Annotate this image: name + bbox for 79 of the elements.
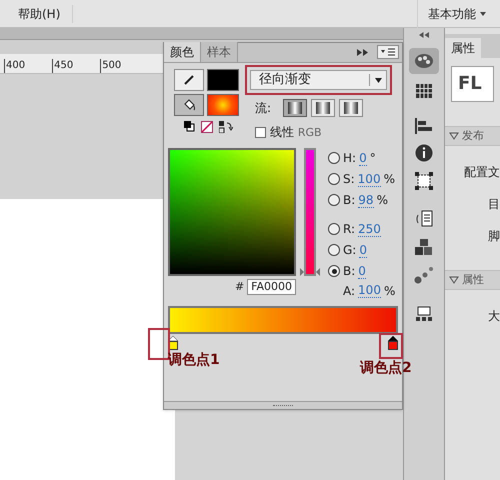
radio-button[interactable]	[328, 265, 340, 277]
no-color-icon[interactable]	[201, 121, 213, 133]
pencil-icon	[183, 74, 195, 86]
field-value[interactable]: 0	[358, 264, 366, 278]
panel-resize-grip[interactable]	[164, 401, 402, 409]
field-label: G:	[343, 242, 356, 259]
property-label: 配置文	[463, 164, 500, 181]
color-panel-button[interactable]	[409, 48, 439, 74]
components-icon[interactable]	[414, 238, 434, 256]
field-value[interactable]: 0	[359, 242, 367, 258]
field-value[interactable]: 250	[358, 222, 381, 236]
ruler-label: 500	[100, 59, 122, 73]
paint-bucket-icon	[182, 98, 196, 112]
annotation-label: 调色点1	[168, 351, 220, 370]
transform-icon[interactable]	[415, 172, 433, 190]
swap-colors-icon[interactable]	[219, 121, 233, 133]
gradient-stop[interactable]	[388, 336, 398, 350]
radio-button[interactable]	[328, 244, 340, 256]
flow-mode-button[interactable]	[283, 99, 308, 117]
field-value[interactable]: 100	[358, 283, 381, 298]
annotation-label: 调色点2	[360, 359, 412, 378]
radio-button[interactable]	[328, 173, 340, 185]
field-value[interactable]: 98	[358, 192, 374, 208]
palette-icon	[414, 53, 434, 69]
property-label: 目	[487, 196, 500, 213]
radio-button[interactable]	[328, 152, 340, 164]
property-label: 脚	[487, 228, 500, 245]
field-label: S:	[343, 171, 355, 188]
highlight-box	[379, 333, 403, 359]
caret-icon	[480, 12, 486, 16]
field-value[interactable]: 0	[359, 150, 367, 166]
info-icon[interactable]	[415, 144, 433, 162]
code-snippet-icon[interactable]	[414, 210, 434, 228]
motion-dots-icon[interactable]	[414, 266, 434, 284]
field-label: B:	[343, 192, 356, 209]
property-label: 大	[487, 308, 500, 325]
fill-type-dropdown[interactable]: 径向渐变	[250, 70, 387, 90]
color-field[interactable]	[168, 148, 296, 276]
panel-tab[interactable]: 颜色	[164, 42, 201, 62]
field-label: A:	[343, 282, 356, 300]
align-icon[interactable]	[415, 118, 433, 134]
hex-label: #	[234, 278, 244, 294]
menu-item[interactable]: 帮助(H)	[18, 4, 74, 22]
flow-mode-button[interactable]	[311, 99, 336, 117]
unit-label: %	[376, 192, 388, 209]
swatches-grid-icon[interactable]	[416, 84, 432, 98]
collapse-triangle-icon[interactable]	[449, 132, 459, 140]
default-colors-icon[interactable]	[184, 121, 195, 132]
linear-rgb-label: 线性 RGB	[270, 124, 322, 141]
hex-field[interactable]: FA0000	[247, 278, 296, 295]
expand-icon[interactable]	[357, 49, 369, 56]
flow-label: 流:	[255, 100, 272, 117]
unit-label: %	[384, 282, 396, 300]
field-value[interactable]: 100	[358, 172, 381, 186]
slider-thumb[interactable]	[300, 268, 320, 276]
stroke-color-button[interactable]	[174, 69, 204, 91]
panel-tab[interactable]: 样本	[201, 42, 238, 62]
field-label: B:	[343, 263, 356, 280]
panel-menu-icon[interactable]	[377, 45, 399, 59]
ruler-label: 450	[52, 59, 74, 73]
radio-button[interactable]	[328, 194, 340, 206]
collapse-triangle-icon[interactable]	[449, 276, 459, 284]
properties-tab[interactable]: 属性	[445, 38, 481, 58]
collapse-icon[interactable]	[419, 32, 429, 38]
radio-button[interactable]	[328, 223, 340, 235]
unit-label: %	[384, 171, 395, 188]
document-type-box: FL	[451, 66, 494, 102]
flow-mode-button[interactable]	[339, 99, 364, 117]
gradient-bar[interactable]	[168, 306, 398, 334]
field-label: H:	[343, 150, 356, 167]
fill-swatch[interactable]	[207, 94, 239, 116]
field-label: R:	[343, 221, 356, 238]
linear-rgb-checkbox[interactable]	[255, 126, 266, 138]
ruler-label: 400	[4, 59, 26, 73]
fill-color-button[interactable]	[174, 94, 204, 116]
dropdown-arrow-icon	[375, 78, 382, 82]
stroke-swatch[interactable]	[207, 69, 239, 91]
grid-panel-icon[interactable]	[415, 306, 433, 322]
unit-label: °	[370, 150, 376, 167]
